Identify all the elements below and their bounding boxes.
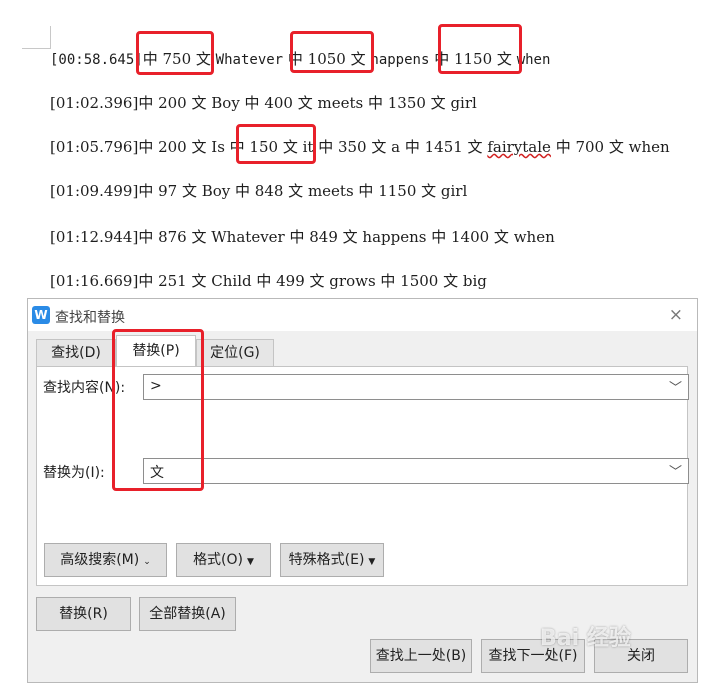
double-arrow-icon: ⌄ xyxy=(143,557,151,567)
replace-input[interactable]: 文 ﹀ xyxy=(143,458,689,484)
replace-label: 替换为(I): xyxy=(43,465,105,481)
find-input[interactable]: > ﹀ xyxy=(143,374,689,400)
wps-logo-icon: W xyxy=(32,306,50,324)
lyric-line-2: [01:02.396]中 200 文 Boy 中 400 文 meets 中 1… xyxy=(50,94,477,112)
chevron-down-icon[interactable]: ﹀ xyxy=(669,377,682,396)
tab-find[interactable]: 查找(D) xyxy=(36,339,116,366)
lyric-line-5: [01:12.944]中 876 文 Whatever 中 849 文 happ… xyxy=(50,228,555,246)
line-text: it 中 350 文 a 中 1451 文 xyxy=(302,138,488,156)
dropdown-arrow-icon: ▼ xyxy=(247,557,254,567)
dialog-title: 查找和替换 xyxy=(55,310,125,326)
baidu-watermark: Bai 经验 xyxy=(540,626,631,651)
lyric-line-4: [01:09.499]中 97 文 Boy 中 848 文 meets 中 11… xyxy=(50,182,468,200)
dialog-titlebar: W 查找和替换 × xyxy=(28,299,697,331)
special-format-button[interactable]: 特殊格式(E) ▼ xyxy=(280,543,384,577)
page-corner-mark xyxy=(22,26,51,49)
highlight-box xyxy=(438,24,522,74)
lyric-line-3: [01:05.796]中 200 文 Is 中 150 文 it 中 350 文… xyxy=(50,136,670,157)
line-text: [01:05.796]中 200 文 Is xyxy=(50,138,230,156)
highlight-box xyxy=(136,31,214,75)
close-icon[interactable]: × xyxy=(669,305,683,325)
document-area: [00:58.645]中 750 文 Whatever 中 1050 文 hap… xyxy=(0,0,702,300)
timestamp: [00:58.645] xyxy=(50,52,143,68)
replace-button[interactable]: 替换(R) xyxy=(36,597,131,631)
lyric-line-6: [01:16.669]中 251 文 Child 中 499 文 grows 中… xyxy=(50,272,487,290)
line-text: 中 700 文 when xyxy=(550,138,670,156)
replace-all-button[interactable]: 全部替换(A) xyxy=(139,597,236,631)
misspelled-word: fairytale xyxy=(487,138,551,156)
dropdown-arrow-icon: ▼ xyxy=(368,557,376,567)
tab-goto[interactable]: 定位(G) xyxy=(196,339,274,366)
button-label: 特殊格式(E) xyxy=(288,552,365,568)
find-previous-button[interactable]: 查找上一处(B) xyxy=(370,639,472,673)
chevron-down-icon[interactable]: ﹀ xyxy=(669,461,682,480)
advanced-search-button[interactable]: 高级搜索(M) ⌄ xyxy=(44,543,167,577)
format-button[interactable]: 格式(O) ▼ xyxy=(176,543,271,577)
highlight-box xyxy=(290,31,374,73)
highlight-box xyxy=(236,124,316,164)
word: happens xyxy=(370,52,430,68)
button-label: 高级搜索(M) xyxy=(60,552,140,568)
highlight-box xyxy=(112,329,204,491)
word: Whatever xyxy=(215,52,284,68)
button-label: 格式(O) xyxy=(193,552,244,568)
